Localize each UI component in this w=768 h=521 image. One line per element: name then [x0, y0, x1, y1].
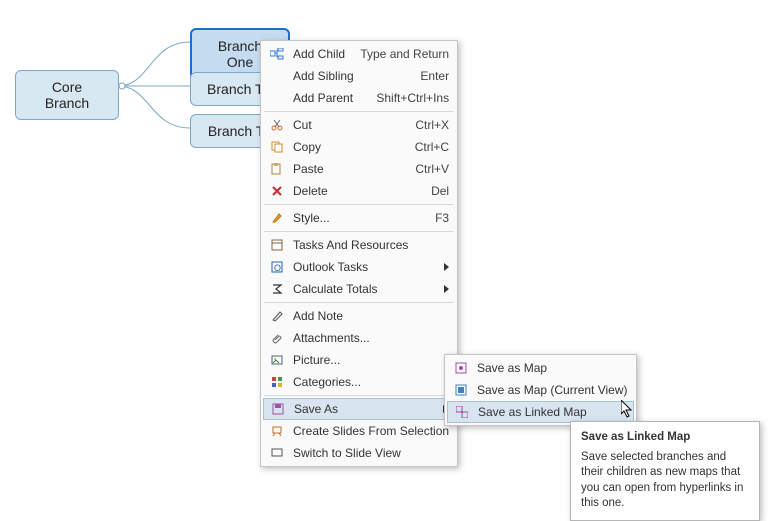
save-as-submenu: Save as Map Save as Map (Current View) S… — [444, 354, 637, 426]
menu-categories[interactable]: Categories... — [263, 371, 455, 393]
menu-add-note-label: Add Note — [287, 309, 449, 323]
add-parent-icon — [267, 90, 287, 106]
submenu-save-map-current-label: Save as Map (Current View) — [471, 383, 628, 397]
menu-copy-shortcut: Ctrl+C — [403, 140, 449, 154]
menu-calculate[interactable]: Calculate Totals — [263, 278, 455, 300]
menu-save-as-label: Save As — [288, 402, 435, 416]
tooltip-body: Save selected branches and their childre… — [581, 450, 749, 512]
menu-create-slides-label: Create Slides From Selection — [287, 424, 449, 438]
menu-picture[interactable]: Picture... — [263, 349, 455, 371]
linked-map-icon — [452, 404, 472, 420]
menu-paste-label: Paste — [287, 162, 403, 176]
menu-picture-label: Picture... — [287, 353, 449, 367]
menu-add-child[interactable]: Add Child Type and Return — [263, 43, 455, 65]
menu-style[interactable]: Style... F3 — [263, 207, 455, 229]
menu-switch-slide-view-label: Switch to Slide View — [287, 446, 449, 460]
menu-delete[interactable]: Delete Del — [263, 180, 455, 202]
sigma-icon — [267, 281, 287, 297]
tooltip-title: Save as Linked Map — [581, 430, 749, 446]
menu-attachments-label: Attachments... — [287, 331, 449, 345]
menu-add-parent-label: Add Parent — [287, 91, 364, 105]
menu-cut[interactable]: Cut Ctrl+X — [263, 114, 455, 136]
submenu-save-linked-label: Save as Linked Map — [472, 405, 627, 419]
menu-cut-label: Cut — [287, 118, 403, 132]
delete-icon — [267, 183, 287, 199]
copy-icon — [267, 139, 287, 155]
menu-add-child-shortcut: Type and Return — [348, 47, 449, 61]
slide-view-icon — [267, 445, 287, 461]
menu-separator — [264, 395, 454, 396]
menu-delete-shortcut: Del — [419, 184, 449, 198]
submenu-save-as-map[interactable]: Save as Map — [447, 357, 634, 379]
map-current-icon — [451, 382, 471, 398]
submenu-arrow-icon — [444, 285, 449, 293]
outlook-icon: O — [267, 259, 287, 275]
menu-create-slides[interactable]: Create Slides From Selection — [263, 420, 455, 442]
tooltip: Save as Linked Map Save selected branche… — [570, 421, 760, 521]
menu-add-parent[interactable]: Add Parent Shift+Ctrl+Ins — [263, 87, 455, 109]
menu-outlook-label: Outlook Tasks — [287, 260, 436, 274]
menu-add-sibling-shortcut: Enter — [408, 69, 449, 83]
svg-text:O: O — [274, 263, 281, 273]
tasks-icon — [267, 237, 287, 253]
menu-style-label: Style... — [287, 211, 423, 225]
add-child-icon — [267, 46, 287, 62]
submenu-save-as-map-current[interactable]: Save as Map (Current View) — [447, 379, 634, 401]
menu-delete-label: Delete — [287, 184, 419, 198]
menu-categories-label: Categories... — [287, 375, 449, 389]
menu-outlook[interactable]: O Outlook Tasks — [263, 256, 455, 278]
menu-copy[interactable]: Copy Ctrl+C — [263, 136, 455, 158]
menu-copy-label: Copy — [287, 140, 403, 154]
picture-icon — [267, 352, 287, 368]
menu-add-sibling-label: Add Sibling — [287, 69, 408, 83]
menu-tasks[interactable]: Tasks And Resources — [263, 234, 455, 256]
menu-add-parent-shortcut: Shift+Ctrl+Ins — [364, 91, 449, 105]
menu-cut-shortcut: Ctrl+X — [403, 118, 449, 132]
menu-calculate-label: Calculate Totals — [287, 282, 436, 296]
menu-add-child-label: Add Child — [287, 47, 348, 61]
submenu-save-as-linked-map[interactable]: Save as Linked Map — [447, 401, 634, 423]
menu-add-sibling[interactable]: Add Sibling Enter — [263, 65, 455, 87]
style-icon — [267, 210, 287, 226]
map-icon — [451, 360, 471, 376]
menu-paste[interactable]: Paste Ctrl+V — [263, 158, 455, 180]
menu-tasks-label: Tasks And Resources — [287, 238, 449, 252]
menu-separator — [264, 111, 454, 112]
menu-style-shortcut: F3 — [423, 211, 449, 225]
add-sibling-icon — [267, 68, 287, 84]
submenu-arrow-icon — [444, 263, 449, 271]
menu-save-as[interactable]: Save As — [263, 398, 455, 420]
save-icon — [268, 401, 288, 417]
menu-add-note[interactable]: Add Note — [263, 305, 455, 327]
menu-separator — [264, 204, 454, 205]
submenu-save-map-label: Save as Map — [471, 361, 628, 375]
slides-icon — [267, 423, 287, 439]
menu-paste-shortcut: Ctrl+V — [403, 162, 449, 176]
menu-separator — [264, 231, 454, 232]
context-menu: Add Child Type and Return Add Sibling En… — [260, 40, 458, 467]
node-branch-one-label: Branch One — [218, 38, 262, 70]
node-core[interactable]: Core Branch — [15, 70, 119, 120]
categories-icon — [267, 374, 287, 390]
menu-separator — [264, 302, 454, 303]
paperclip-icon — [267, 330, 287, 346]
node-core-label: Core Branch — [45, 79, 89, 111]
menu-attachments[interactable]: Attachments... — [263, 327, 455, 349]
paste-icon — [267, 161, 287, 177]
cut-icon — [267, 117, 287, 133]
pencil-icon — [267, 308, 287, 324]
menu-switch-slide-view[interactable]: Switch to Slide View — [263, 442, 455, 464]
